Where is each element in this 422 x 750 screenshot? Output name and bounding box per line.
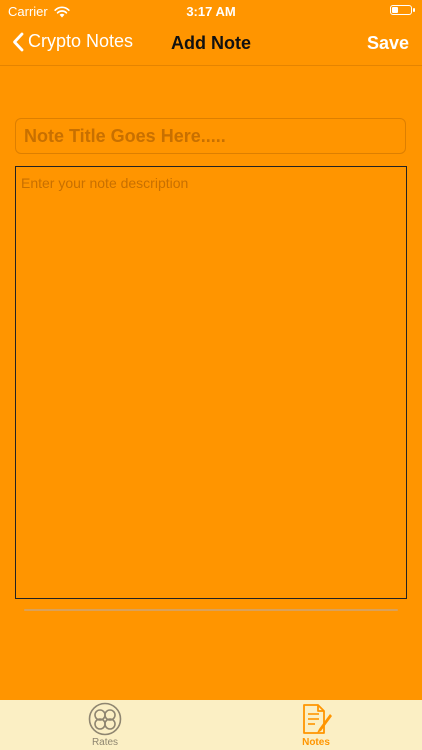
tab-notes-label: Notes [302,737,330,748]
status-time: 3:17 AM [186,4,236,19]
battery-fill [392,7,398,13]
page-title: Add Note [171,33,251,53]
note-title-input[interactable] [15,118,406,154]
tab-rates[interactable]: Rates [55,702,155,748]
status-bar: Carrier 3:17 AM [0,0,422,22]
battery-icon [390,5,415,15]
tab-notes[interactable]: Notes [266,702,366,748]
save-button[interactable]: Save [367,33,409,54]
rates-icon [88,702,122,736]
add-note-screen: Carrier 3:17 AM Crypto Notes Add Note Sa… [0,0,422,750]
tab-bar: Rates Notes [0,700,422,750]
navigation-bar: Crypto Notes Add Note Save [0,22,422,66]
divider [24,609,398,611]
note-description-input[interactable] [15,166,407,599]
tab-rates-label: Rates [91,737,119,748]
notes-icon [303,704,332,734]
